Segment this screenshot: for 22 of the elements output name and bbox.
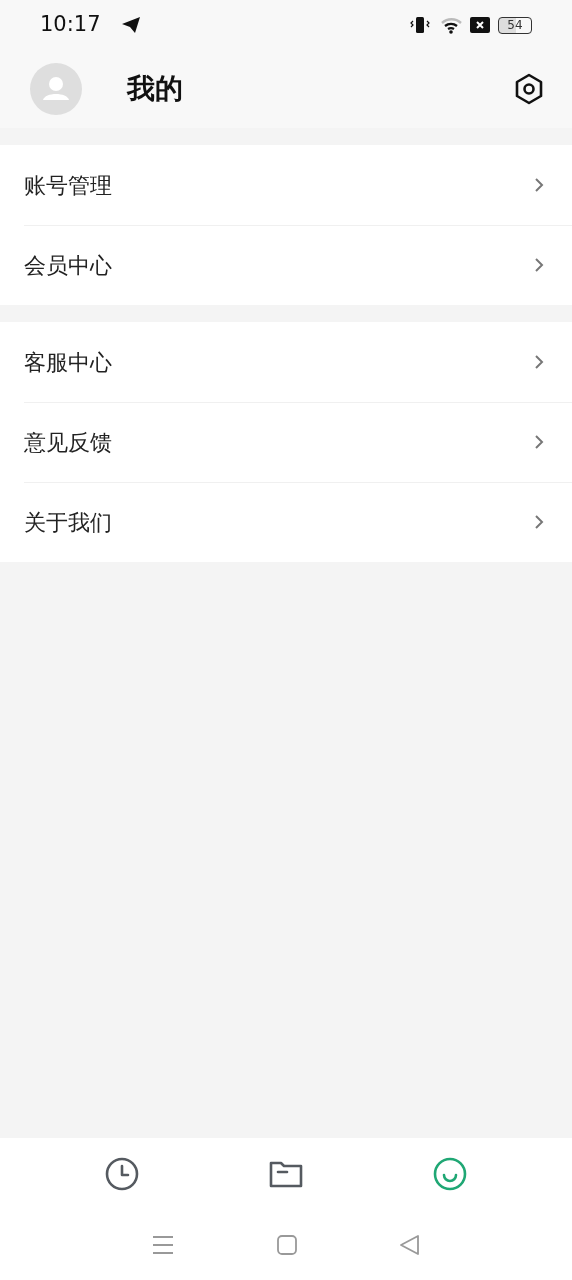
- menu-item-label[interactable]: 账号管理: [24, 168, 534, 202]
- battery-indicator: 54: [498, 16, 532, 34]
- back-icon[interactable]: [400, 1235, 421, 1255]
- smile-icon: [432, 1156, 468, 1192]
- send-icon: [120, 16, 141, 34]
- wifi-icon: [440, 15, 464, 35]
- menu-item-label[interactable]: 会员中心: [24, 248, 534, 282]
- chevron-right-icon: [534, 177, 544, 193]
- chevron-right-icon: [534, 514, 544, 530]
- menu-icon[interactable]: [151, 1235, 174, 1255]
- menu-item-label[interactable]: 意见反馈: [24, 425, 534, 459]
- home-icon[interactable]: [277, 1235, 297, 1255]
- menu-item-label[interactable]: 关于我们: [24, 505, 534, 539]
- chevron-right-icon: [534, 257, 544, 273]
- sim-blocked-icon: [470, 17, 490, 33]
- menu-item-label[interactable]: 客服中心: [24, 345, 534, 379]
- chevron-right-icon: [534, 434, 544, 450]
- clock-icon: [104, 1156, 140, 1192]
- page-title: 我的: [127, 71, 183, 107]
- chevron-right-icon: [534, 354, 544, 370]
- status-time: 10:17: [40, 11, 101, 39]
- vibrate-icon: [410, 15, 430, 35]
